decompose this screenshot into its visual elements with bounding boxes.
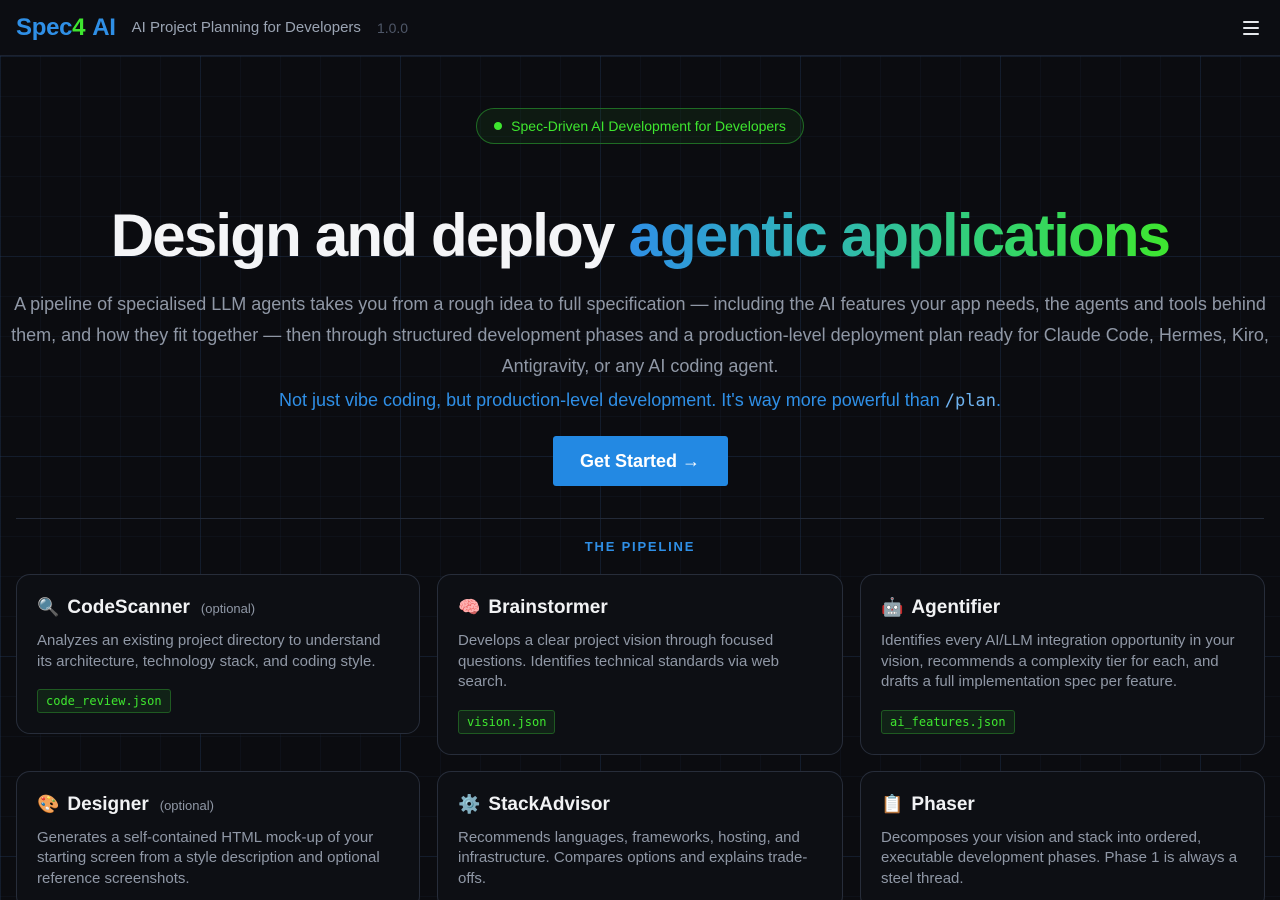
clipboard-icon: 📋 xyxy=(881,793,904,814)
card-title: Phaser xyxy=(911,793,975,815)
get-started-button[interactable]: Get Started → xyxy=(552,436,728,486)
logo-ai: AI xyxy=(92,13,116,41)
card-brainstormer[interactable]: 🧠 Brainstormer Develops a clear project … xyxy=(437,574,843,755)
card-phaser[interactable]: 📋 Phaser Decomposes your vision and stac… xyxy=(860,770,1265,900)
hero-title-plain: Design and deploy xyxy=(110,202,629,269)
hamburger-icon[interactable] xyxy=(1238,15,1264,41)
card-stackadvisor[interactable]: ⚙️ StackAdvisor Recommends languages, fr… xyxy=(437,770,843,900)
card-title: Agentifier xyxy=(911,597,1001,618)
logo[interactable]: Spec 4 AI xyxy=(16,14,116,42)
card-title: CodeScanner xyxy=(67,597,190,618)
hero-badge: Spec-Driven AI Development for Developer… xyxy=(476,108,804,144)
section-divider xyxy=(16,518,1264,519)
output-file-chip: ai_features.json xyxy=(881,709,1015,734)
version-label: 1.0.0 xyxy=(376,19,409,36)
output-file-chip: vision.json xyxy=(458,709,556,734)
card-designer[interactable]: 🎨 Designer (optional) Generates a self-c… xyxy=(16,770,420,900)
main-content: Spec-Driven AI Development for Developer… xyxy=(0,56,1280,900)
app-tagline: AI Project Planning for Developers xyxy=(131,19,361,36)
plan-command: /plan xyxy=(944,391,996,411)
hero-subtext: Not just vibe coding, but production-lev… xyxy=(0,390,1280,411)
card-codescanner[interactable]: 🔍 CodeScanner (optional) Analyzes an exi… xyxy=(16,574,420,734)
status-dot-icon xyxy=(494,122,503,130)
hero-subtext-body: Not just vibe coding, but production-lev… xyxy=(279,390,945,410)
logo-four: 4 xyxy=(72,13,86,41)
robot-icon: 🤖 xyxy=(881,597,904,617)
output-file-chip: code_review.json xyxy=(37,689,171,713)
card-agentifier[interactable]: 🤖 Agentifier Identifies every AI/LLM int… xyxy=(860,574,1265,755)
card-description: Identifies every AI/LLM integration oppo… xyxy=(881,632,1235,690)
optional-label: (optional) xyxy=(200,601,256,616)
card-title: StackAdvisor xyxy=(488,793,610,815)
hero-description: A pipeline of specialised LLM agents tak… xyxy=(11,294,1269,376)
hero-subtext-end: . xyxy=(995,390,1001,410)
palette-icon: 🎨 xyxy=(37,793,60,814)
pipeline-title: THE PIPELINE xyxy=(584,539,696,554)
card-description: Decomposes your vision and stack into or… xyxy=(881,828,1238,887)
card-title: Designer xyxy=(67,793,149,815)
logo-spec: Spec xyxy=(16,13,73,41)
card-description: Generates a self-contained HTML mock-up … xyxy=(37,828,380,887)
card-description: Develops a clear project vision through … xyxy=(458,632,780,690)
optional-label: (optional) xyxy=(159,797,214,813)
hero-title: Design and deploy agentic applications xyxy=(0,204,1280,268)
pipeline-cards: 🔍 CodeScanner (optional) Analyzes an exi… xyxy=(16,574,1265,900)
top-bar: Spec 4 AI AI Project Planning for Develope… xyxy=(0,0,1280,56)
card-description: Recommends languages, frameworks, hostin… xyxy=(458,828,808,887)
hero-badge-label: Spec-Driven AI Development for Developer… xyxy=(511,118,786,134)
hero-title-gradient: agentic applications xyxy=(628,202,1171,269)
magnifier-icon: 🔍 xyxy=(37,597,60,617)
gear-icon: ⚙️ xyxy=(458,793,481,814)
brain-icon: 🧠 xyxy=(458,597,481,617)
card-description: Analyzes an existing project directory t… xyxy=(37,632,381,670)
card-title: Brainstormer xyxy=(488,597,608,618)
